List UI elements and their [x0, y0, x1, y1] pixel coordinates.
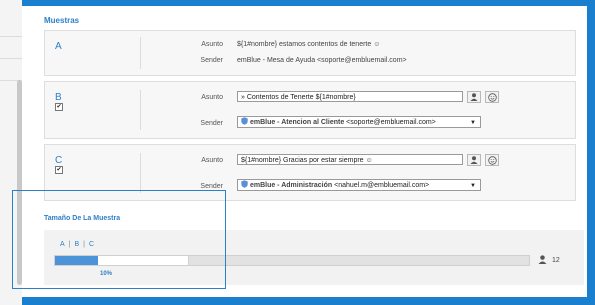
contact-button[interactable] — [467, 154, 481, 166]
sender-name: emBlue - Administración — [249, 182, 333, 189]
sample-b-checkbox[interactable]: ✔ — [55, 103, 63, 111]
sample-a: A Asunto ${1#nombre} estamos contentos d… — [44, 30, 576, 76]
section-title: Muestras — [44, 16, 80, 25]
sender-email: <nahuel.m@embluemail.com> — [334, 182, 430, 189]
sender-label: Sender — [200, 57, 223, 64]
caret-down-icon: ▼ — [470, 120, 476, 126]
subject-label: Asunto — [201, 157, 223, 164]
smiley-icon — [487, 156, 497, 165]
sender-name: emBlue - Atencion al Cliente — [249, 119, 345, 126]
subject-input[interactable]: » Contentos de Tenerte ${1#nombre} — [237, 91, 463, 102]
contact-button[interactable] — [467, 91, 481, 103]
sample-letter: C — [55, 155, 63, 166]
sender-label: Sender — [200, 183, 223, 190]
sidebar-divider — [0, 36, 22, 37]
sender-label: Sender — [200, 120, 223, 127]
divider — [140, 153, 141, 193]
recipient-count: 12 — [552, 257, 560, 264]
sidebar-divider — [0, 58, 22, 59]
emoji-button[interactable] — [485, 91, 499, 103]
subject-label: Asunto — [201, 41, 223, 48]
shield-icon — [241, 117, 248, 125]
person-icon — [538, 255, 547, 264]
subject-value: ${1#nombre} estamos contentos de tenerte… — [237, 41, 381, 48]
sender-select[interactable]: emBlue - Administración <nahuel.m@emblue… — [237, 179, 481, 191]
divider — [140, 37, 141, 69]
person-icon — [470, 93, 478, 101]
smiley-icon — [487, 93, 497, 102]
sample-letter: A — [55, 41, 62, 52]
shield-icon — [241, 180, 248, 188]
sample-c-checkbox[interactable]: ✔ — [55, 166, 63, 174]
sender-select[interactable]: emBlue - Atencion al Cliente <soporte@em… — [237, 116, 481, 128]
sample-b: B ✔ Asunto » Contentos de Tenerte ${1#no… — [44, 81, 576, 139]
divider — [140, 90, 141, 130]
caret-down-icon: ▼ — [470, 183, 476, 189]
person-icon — [470, 156, 478, 164]
subject-input[interactable]: ${1#nombre} Gracias por estar siempre ☺ — [237, 154, 463, 165]
subject-label: Asunto — [201, 94, 223, 101]
emoji-button[interactable] — [485, 154, 499, 166]
sender-value: emBlue - Mesa de Ayuda <soporte@embluema… — [237, 57, 407, 64]
highlight-box — [12, 190, 226, 289]
sender-email: <soporte@embluemail.com> — [346, 119, 436, 126]
sample-letter: B — [55, 92, 62, 103]
